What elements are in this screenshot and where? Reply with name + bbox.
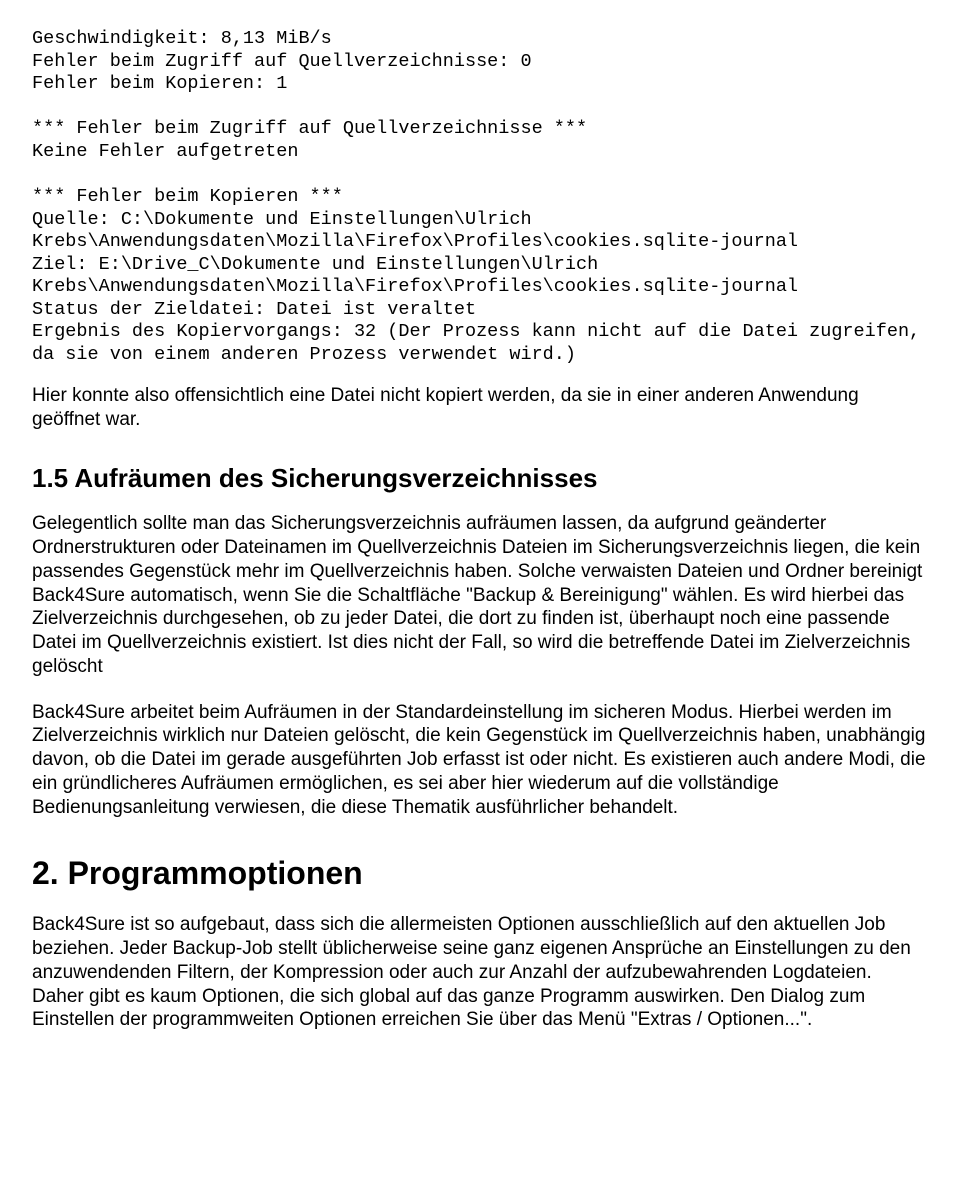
section-1-5-paragraph-2: Back4Sure arbeitet beim Aufräumen in der… <box>32 701 928 820</box>
section-1-5-heading: 1.5 Aufräumen des Sicherungsverzeichniss… <box>32 462 928 495</box>
log-block: Geschwindigkeit: 8,13 MiB/s Fehler beim … <box>32 28 928 366</box>
explanation-paragraph: Hier konnte also offensichtlich eine Dat… <box>32 384 928 432</box>
chapter-2-heading: 2. Programmoptionen <box>32 853 928 893</box>
chapter-2-paragraph-1: Back4Sure ist so aufgebaut, dass sich di… <box>32 913 928 1032</box>
section-1-5-paragraph-1: Gelegentlich sollte man das Sicherungsve… <box>32 512 928 678</box>
